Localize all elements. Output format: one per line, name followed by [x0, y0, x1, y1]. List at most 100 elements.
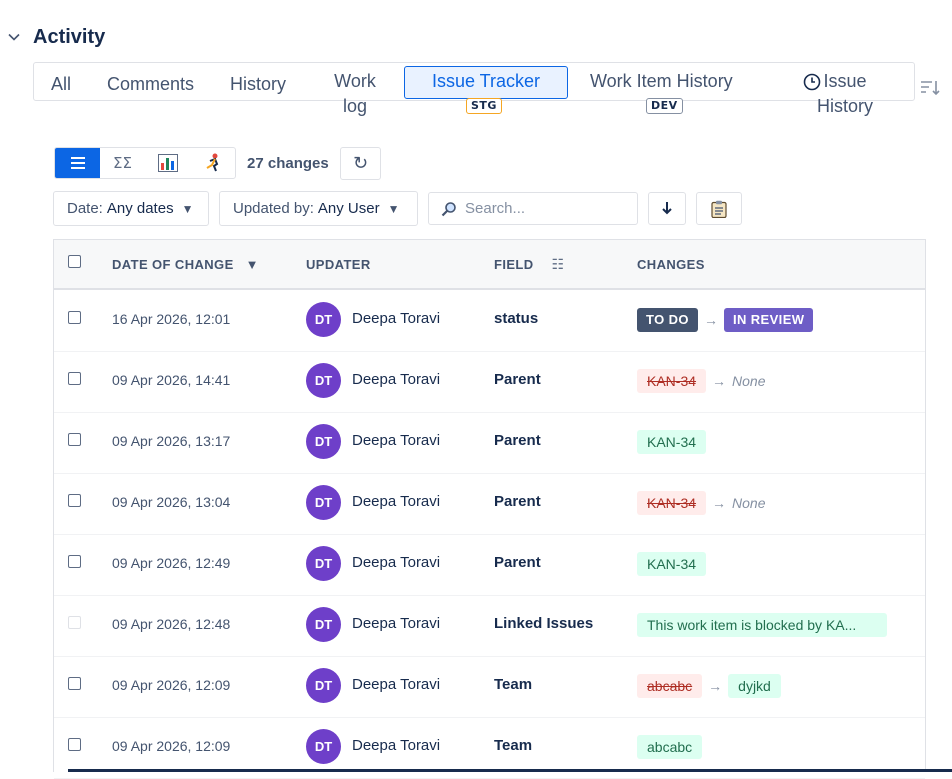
arrow-right-icon: → [703, 311, 718, 328]
search-icon [441, 201, 456, 216]
change-date: 16 Apr 2026, 12:01 [112, 311, 231, 327]
change-date: 09 Apr 2026, 13:17 [112, 433, 231, 449]
row-checkbox[interactable] [68, 494, 81, 507]
change-date: 09 Apr 2026, 13:04 [112, 494, 231, 510]
timeline-view-button[interactable] [190, 148, 235, 178]
status-to-lozenge: IN REVIEW [723, 307, 814, 332]
download-button[interactable] [648, 192, 686, 225]
search-box[interactable] [428, 192, 638, 225]
table-row: 09 Apr 2026, 14:41 DT Deepa Toravi Paren… [54, 351, 925, 413]
row-checkbox[interactable] [68, 677, 81, 690]
changes-column-header: CHANGES [637, 257, 705, 272]
tab-issue-tracker-label: Issue Tracker [431, 71, 541, 91]
field-name: Parent [494, 554, 541, 571]
change-values: KAN-34 [637, 551, 707, 576]
linked-issue-value[interactable]: This work item is blocked by KA... [637, 612, 887, 637]
tab-work-item-history[interactable]: Work Item History [590, 69, 733, 93]
field-name: Parent [494, 432, 541, 449]
avatar[interactable]: DT [306, 424, 341, 459]
updater-name: Deepa Toravi [352, 676, 441, 693]
field-name: Parent [494, 371, 541, 388]
status-from-lozenge: TO DO [637, 307, 698, 332]
change-values: abcabc [637, 734, 703, 759]
field-column-header[interactable]: FIELD ☷ [494, 257, 565, 273]
tab-work-log[interactable]: Work log [320, 69, 390, 119]
table-row: 09 Apr 2026, 13:17 DT Deepa Toravi Paren… [54, 412, 925, 474]
chart-view-button[interactable] [145, 148, 190, 178]
row-checkbox[interactable] [68, 372, 81, 385]
table-row: 09 Apr 2026, 12:48 DT Deepa Toravi Linke… [54, 595, 925, 657]
tab-history[interactable]: History [230, 72, 286, 96]
change-values: KAN-34 [637, 429, 707, 454]
bar-chart-icon [157, 154, 178, 172]
row-checkbox-disabled [68, 616, 81, 629]
sigma-icon: ΣΣ [113, 154, 132, 172]
removed-value: KAN-34 [637, 368, 707, 393]
caret-down-icon: ▼ [387, 201, 400, 216]
column-grid-icon: ☷ [551, 257, 565, 273]
activity-tabs: All Comments History Work log Issue Trac… [33, 62, 915, 116]
refresh-button[interactable]: ↻ [340, 147, 381, 180]
updater-name: Deepa Toravi [352, 432, 441, 449]
search-input[interactable] [463, 199, 627, 218]
updated-by-filter[interactable]: Updated by: Any User ▼ [219, 191, 418, 226]
sort-icon[interactable] [918, 76, 942, 100]
activity-title: Activity [33, 25, 106, 48]
updater-name: Deepa Toravi [352, 615, 441, 632]
date-filter-label: Date: [67, 200, 103, 217]
table-header: DATE OF CHANGE ▼ UPDATER FIELD ☷ CHANGES [54, 240, 925, 290]
table-row: 09 Apr 2026, 12:09 DT Deepa Toravi Team … [54, 656, 925, 718]
change-values: This work item is blocked by KA... [637, 612, 887, 637]
clipboard-icon [711, 200, 727, 218]
avatar[interactable]: DT [306, 363, 341, 398]
list-view-button[interactable] [55, 148, 100, 178]
tab-issue-tracker[interactable]: Issue Tracker [404, 66, 568, 99]
change-values: TO DO → IN REVIEW [637, 307, 814, 332]
field-name: Linked Issues [494, 615, 594, 632]
tab-issue-history[interactable]: Issue History [799, 69, 879, 119]
updated-by-filter-label: Updated by: [233, 200, 314, 217]
field-name: Team [494, 737, 533, 754]
updater-name: Deepa Toravi [352, 554, 441, 571]
copy-button[interactable] [696, 192, 742, 225]
chevron-down-icon[interactable] [0, 23, 28, 51]
date-filter-value: Any dates [106, 200, 174, 217]
updater-name: Deepa Toravi [352, 493, 441, 510]
updated-by-filter-value: Any User [317, 200, 380, 217]
tab-all[interactable]: All [51, 72, 71, 96]
row-checkbox[interactable] [68, 311, 81, 324]
avatar[interactable]: DT [306, 668, 341, 703]
table-row: 16 Apr 2026, 12:01 DT Deepa Toravi statu… [54, 290, 925, 352]
row-checkbox[interactable] [68, 738, 81, 751]
refresh-icon: ↻ [352, 153, 369, 173]
change-date: 09 Apr 2026, 12:09 [112, 738, 231, 754]
new-value-none: None [732, 494, 766, 511]
tab-comments[interactable]: Comments [107, 72, 194, 96]
change-values: KAN-34 → None [637, 368, 766, 393]
field-name: Parent [494, 493, 541, 510]
date-filter[interactable]: Date: Any dates ▼ [53, 191, 209, 226]
date-column-header-label: DATE OF CHANGE [112, 257, 234, 272]
arrow-right-icon: → [712, 494, 727, 511]
avatar[interactable]: DT [306, 729, 341, 764]
arrow-right-icon: → [712, 372, 727, 389]
select-all-checkbox[interactable] [68, 255, 81, 268]
activity-header: Activity [0, 22, 105, 52]
avatar[interactable]: DT [306, 607, 341, 642]
change-date: 09 Apr 2026, 12:48 [112, 616, 231, 632]
summary-view-button[interactable]: ΣΣ [100, 148, 145, 178]
removed-value: abcabc [637, 673, 703, 698]
row-checkbox[interactable] [68, 555, 81, 568]
avatar[interactable]: DT [306, 485, 341, 520]
date-column-header[interactable]: DATE OF CHANGE ▼ [112, 257, 259, 272]
updater-name: Deepa Toravi [352, 310, 441, 327]
row-checkbox[interactable] [68, 433, 81, 446]
arrow-right-icon: → [708, 677, 723, 694]
change-date: 09 Apr 2026, 12:09 [112, 677, 231, 693]
updater-name: Deepa Toravi [352, 737, 441, 754]
changes-table: DATE OF CHANGE ▼ UPDATER FIELD ☷ CHANGES… [53, 239, 926, 779]
avatar[interactable]: DT [306, 546, 341, 581]
table-row: 09 Apr 2026, 12:49 DT Deepa Toravi Paren… [54, 534, 925, 596]
avatar[interactable]: DT [306, 302, 341, 337]
added-value: dyjkd [728, 673, 781, 698]
